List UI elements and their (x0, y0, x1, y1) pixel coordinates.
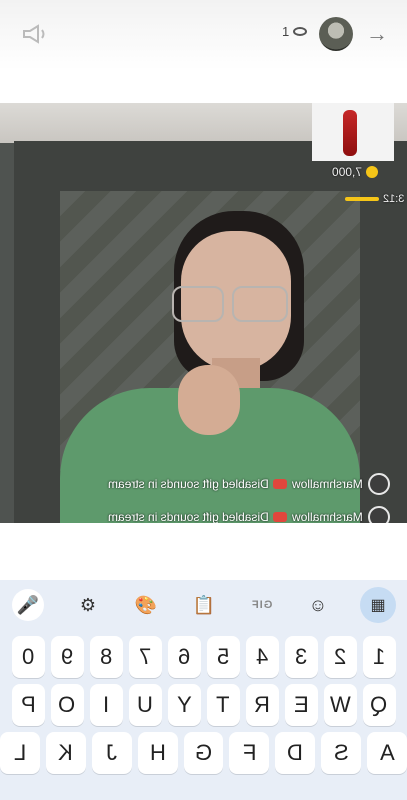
key-h[interactable]: H (137, 732, 178, 774)
viewer-count[interactable]: 1 (282, 24, 308, 39)
key-a[interactable]: A (367, 732, 407, 774)
key-label: O (58, 692, 76, 717)
key-label: P (20, 692, 36, 717)
key-q[interactable]: Q (362, 684, 396, 726)
key-label: F (242, 740, 257, 765)
coin-amount: 7,000 (332, 165, 363, 179)
glasses-left-lens (172, 286, 224, 322)
gift-emoji-icon (273, 512, 288, 522)
stream-header: 1 → (0, 0, 407, 70)
key-label: I (102, 692, 110, 717)
key-label: K (58, 740, 74, 765)
person-hand (178, 365, 240, 435)
keyboard-row-a: L K J H G F D S A (0, 732, 407, 774)
key-7[interactable]: 7 (128, 636, 162, 678)
key-label: R (254, 692, 270, 717)
sticker-icon[interactable]: ☺ (302, 589, 334, 621)
key-5[interactable]: 5 (206, 636, 240, 678)
gift-figure-icon (343, 110, 357, 156)
key-label: 8 (99, 644, 113, 669)
key-i[interactable]: I (89, 684, 123, 726)
comment-text: Disabled gift sounds in stream (107, 477, 269, 491)
key-e[interactable]: E (284, 684, 318, 726)
comment-input-area[interactable] (0, 523, 407, 580)
key-g[interactable]: G (183, 732, 224, 774)
key-u[interactable]: U (128, 684, 162, 726)
palette-icon[interactable]: 🎨 (130, 589, 162, 621)
key-label: 0 (21, 644, 35, 669)
key-label: G (194, 740, 213, 765)
key-f[interactable]: F (229, 732, 270, 774)
key-y[interactable]: Y (167, 684, 201, 726)
timer-label: 3:12 (383, 193, 405, 205)
arrow-right-icon[interactable]: → (366, 22, 390, 46)
key-1[interactable]: 1 (362, 636, 396, 678)
key-d[interactable]: D (275, 732, 316, 774)
apps-icon[interactable]: ▦ (360, 587, 396, 623)
key-label: 2 (333, 644, 347, 669)
keyboard-row-numbers: 0 9 8 7 6 5 4 3 2 1 (0, 636, 407, 678)
speaker-icon[interactable] (18, 22, 48, 46)
keyboard-row-q: P O I U Y T R E W Q (0, 684, 407, 726)
key-label: H (149, 740, 166, 765)
key-label: W (329, 692, 351, 717)
key-o[interactable]: O (50, 684, 84, 726)
comment-user: Marshmallow (292, 477, 363, 491)
coin-icon (366, 166, 379, 178)
timer-bar (345, 197, 379, 201)
key-k[interactable]: K (45, 732, 86, 774)
key-label: S (333, 740, 349, 765)
key-label: 5 (216, 644, 230, 669)
clipboard-icon[interactable]: 📋 (188, 589, 220, 621)
key-label: 6 (177, 644, 191, 669)
gift-timer: 3:12 (345, 193, 404, 205)
key-2[interactable]: 2 (323, 636, 357, 678)
key-3[interactable]: 3 (284, 636, 318, 678)
key-label: 3 (294, 644, 308, 669)
on-screen-keyboard: 🎤 ⚙ 🎨 📋 GIF ☺ ▦ 0 9 8 7 6 5 4 3 2 1 P O … (0, 580, 407, 800)
key-9[interactable]: 9 (50, 636, 84, 678)
coin-counter: 7,000 (332, 165, 379, 179)
key-label: T (216, 692, 230, 717)
key-label: E (293, 692, 309, 717)
comment-avatar (368, 473, 390, 495)
key-label: J (106, 740, 118, 765)
viewer-count-label: 1 (282, 24, 290, 39)
glasses-right-lens (232, 286, 288, 322)
host-avatar[interactable] (319, 17, 353, 51)
comment-user: Marshmallow (292, 510, 363, 524)
key-w[interactable]: W (323, 684, 357, 726)
key-label: U (137, 692, 153, 717)
key-r[interactable]: R (245, 684, 279, 726)
key-label: L (13, 740, 27, 765)
key-0[interactable]: 0 (11, 636, 45, 678)
key-label: D (287, 740, 304, 765)
key-t[interactable]: T (206, 684, 240, 726)
key-j[interactable]: J (91, 732, 132, 774)
key-label: 1 (372, 644, 386, 669)
key-p[interactable]: P (11, 684, 45, 726)
key-l[interactable]: L (0, 732, 40, 774)
key-label: Y (176, 692, 192, 717)
gif-label: GIF (251, 599, 273, 611)
key-label: 4 (255, 644, 269, 669)
keyboard-toolbar: 🎤 ⚙ 🎨 📋 GIF ☺ ▦ (0, 580, 407, 628)
key-label: 7 (138, 644, 152, 669)
key-label: 9 (60, 644, 74, 669)
eye-icon (293, 27, 308, 36)
key-s[interactable]: S (321, 732, 362, 774)
mic-icon[interactable]: 🎤 (12, 589, 44, 621)
key-4[interactable]: 4 (245, 636, 279, 678)
settings-icon[interactable]: ⚙ (72, 589, 104, 621)
key-label: Q (370, 692, 388, 717)
comment-text: Disabled gift sounds in stream (107, 510, 269, 524)
key-6[interactable]: 6 (167, 636, 201, 678)
key-label: A (379, 740, 395, 765)
gift-emoji-icon (273, 479, 288, 489)
gif-button[interactable]: GIF (246, 589, 278, 621)
key-8[interactable]: 8 (89, 636, 123, 678)
comment-row[interactable]: Disabled gift sounds in stream Marshmall… (60, 473, 390, 495)
